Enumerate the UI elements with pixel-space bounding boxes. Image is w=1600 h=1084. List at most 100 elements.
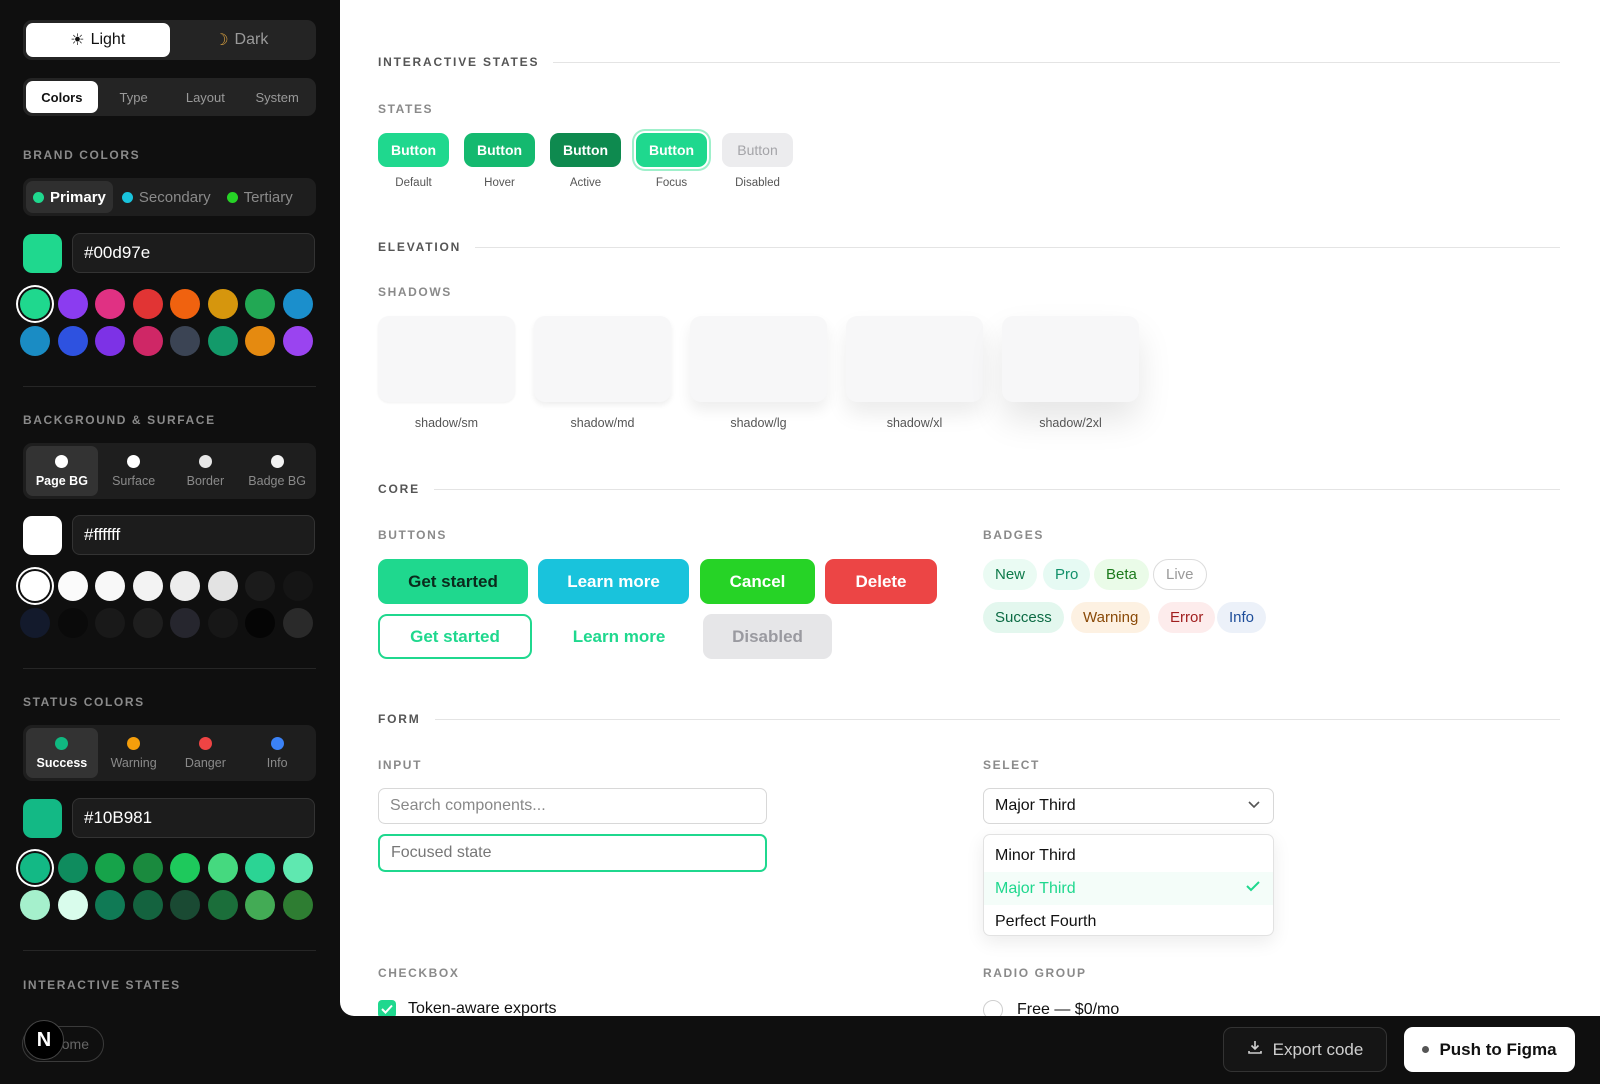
status-swatch[interactable] (207, 890, 238, 920)
status-swatch[interactable] (207, 853, 238, 883)
option-perfect-fourth[interactable]: Perfect Fourth (984, 905, 1273, 938)
status-swatch[interactable] (132, 890, 163, 920)
status-swatch[interactable] (20, 890, 50, 920)
background-swatch-grid (20, 571, 320, 638)
brand-option-primary[interactable]: Primary (26, 181, 113, 213)
checkbox-checked-icon[interactable] (378, 1000, 396, 1016)
brand-hex-field[interactable]: #00d97e (72, 233, 315, 273)
focused-input[interactable]: Focused state (378, 834, 767, 872)
brand-swatch[interactable] (207, 289, 238, 319)
shadow-caption: shadow/lg (730, 416, 787, 430)
background-swatch[interactable] (245, 571, 275, 601)
scale-select[interactable]: Major Third (983, 788, 1274, 824)
background-swatch[interactable] (282, 608, 313, 638)
heading-rule (475, 246, 1560, 248)
status-swatch[interactable] (57, 890, 88, 920)
background-swatch[interactable] (245, 608, 275, 638)
brand-swatch[interactable] (20, 289, 50, 319)
cancel-button[interactable]: Cancel (700, 559, 815, 604)
brand-option-tertiary[interactable]: Tertiary (220, 181, 300, 213)
bg-option-border[interactable]: Border (170, 446, 242, 496)
checkbox-row[interactable]: Token-aware exports (378, 1000, 557, 1016)
brand-swatch[interactable] (282, 326, 313, 356)
brand-swatch[interactable] (132, 289, 163, 319)
search-input[interactable]: Search components... (378, 788, 767, 824)
export-code-button[interactable]: Export code (1223, 1027, 1387, 1072)
background-swatch[interactable] (95, 571, 125, 601)
status-swatch[interactable] (95, 890, 125, 920)
tab-colors[interactable]: Colors (26, 81, 98, 113)
state-focus-button[interactable]: Button (636, 133, 707, 167)
background-swatch[interactable] (20, 571, 50, 601)
bg-option-page[interactable]: Page BG (26, 446, 98, 496)
background-swatch[interactable] (207, 571, 238, 601)
brand-swatch[interactable] (170, 326, 200, 356)
option-minor-third[interactable]: Minor Third (984, 839, 1273, 872)
status-swatch[interactable] (245, 853, 275, 883)
brand-color-preview[interactable] (23, 233, 62, 273)
bg-option-surface[interactable]: Surface (98, 446, 170, 496)
status-swatch[interactable] (170, 853, 200, 883)
buttons-label: BUTTONS (378, 528, 447, 542)
background-swatch[interactable] (282, 571, 313, 601)
brand-swatch[interactable] (132, 326, 163, 356)
status-swatch[interactable] (95, 853, 125, 883)
option-major-third[interactable]: Major Third (984, 872, 1273, 905)
ghost-learn-more-button[interactable]: Learn more (542, 614, 696, 659)
background-swatch[interactable] (132, 608, 163, 638)
brand-swatch[interactable] (170, 289, 200, 319)
status-swatch[interactable] (57, 853, 88, 883)
radio-row[interactable]: Free — $0/mo (983, 1000, 1119, 1016)
learn-more-button[interactable]: Learn more (538, 559, 689, 604)
status-swatch[interactable] (245, 890, 275, 920)
tab-layout[interactable]: Layout (170, 81, 242, 113)
background-hex-field[interactable]: #ffffff (72, 515, 315, 555)
status-swatch[interactable] (20, 853, 50, 883)
state-hover-button[interactable]: Button (464, 133, 535, 167)
brand-option-secondary[interactable]: Secondary (115, 181, 218, 213)
status-hex-field[interactable]: #10B981 (72, 798, 315, 838)
background-color-preview[interactable] (23, 515, 62, 555)
push-to-figma-button[interactable]: Push to Figma (1404, 1027, 1575, 1072)
background-swatch[interactable] (207, 608, 238, 638)
radio-icon[interactable] (983, 1000, 1003, 1016)
background-swatch[interactable] (95, 608, 125, 638)
outline-get-started-button[interactable]: Get started (378, 614, 532, 659)
tab-type[interactable]: Type (98, 81, 170, 113)
status-option-success[interactable]: Success (26, 728, 98, 778)
delete-button[interactable]: Delete (825, 559, 937, 604)
brand-swatch[interactable] (57, 326, 88, 356)
background-swatch[interactable] (170, 608, 200, 638)
status-swatch[interactable] (282, 853, 313, 883)
status-swatch[interactable] (282, 890, 313, 920)
brand-swatch[interactable] (282, 289, 313, 319)
state-active-button[interactable]: Button (550, 133, 621, 167)
brand-swatch[interactable] (57, 289, 88, 319)
state-default-button[interactable]: Button (378, 133, 449, 167)
status-color-preview[interactable] (23, 798, 62, 838)
background-swatch[interactable] (57, 608, 88, 638)
status-option-warning[interactable]: Warning (98, 728, 170, 778)
background-swatch[interactable] (132, 571, 163, 601)
brand-swatch[interactable] (20, 326, 50, 356)
logo-badge[interactable]: N (24, 1020, 64, 1060)
status-swatch[interactable] (170, 890, 200, 920)
brand-swatch[interactable] (245, 289, 275, 319)
status-swatch[interactable] (132, 853, 163, 883)
brand-swatch[interactable] (95, 326, 125, 356)
badge-new: New (983, 559, 1038, 590)
bg-option-badge[interactable]: Badge BG (241, 446, 313, 496)
theme-dark-option[interactable]: ☽ Dark (170, 23, 314, 57)
status-option-info[interactable]: Info (241, 728, 313, 778)
page-bg-dot (55, 454, 69, 468)
brand-swatch[interactable] (95, 289, 125, 319)
theme-light-option[interactable]: ☀ Light (26, 23, 170, 57)
tab-system[interactable]: System (241, 81, 313, 113)
background-swatch[interactable] (20, 608, 50, 638)
brand-swatch[interactable] (245, 326, 275, 356)
get-started-button[interactable]: Get started (378, 559, 528, 604)
background-swatch[interactable] (57, 571, 88, 601)
brand-swatch[interactable] (207, 326, 238, 356)
background-swatch[interactable] (170, 571, 200, 601)
status-option-danger[interactable]: Danger (170, 728, 242, 778)
